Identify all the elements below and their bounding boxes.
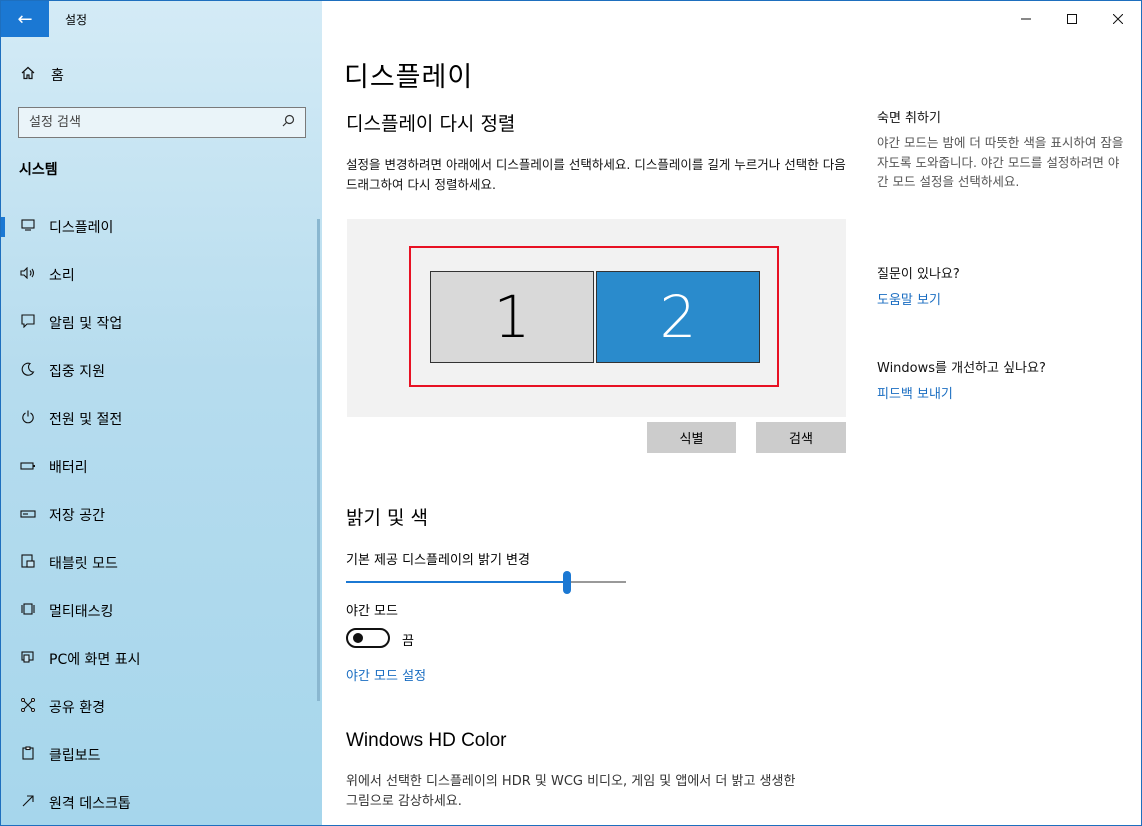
sidebar-item-clipboard[interactable]: 클립보드 — [1, 731, 322, 779]
sidebar-item-label: 알림 및 작업 — [49, 316, 123, 332]
sidebar-item-storage[interactable]: 저장 공간 — [1, 491, 322, 539]
home-label: 홈 — [51, 68, 64, 84]
page-title: 디스플레이 — [344, 62, 474, 93]
search-icon — [282, 114, 295, 131]
home-link[interactable]: 홈 — [19, 65, 64, 85]
sidebar-item-focus-assist[interactable]: 집중 지원 — [1, 347, 322, 395]
sidebar-item-label: 공유 환경 — [49, 700, 105, 716]
power-icon — [19, 410, 37, 428]
sidebar-item-label: 저장 공간 — [49, 508, 105, 524]
tablet-icon — [19, 554, 37, 572]
sleep-text: 야간 모드는 밤에 더 따뜻한 색을 표시하여 잠을 자도록 도와줍니다. 야간… — [877, 135, 1124, 189]
search-box[interactable] — [18, 107, 306, 138]
sidebar-item-label: 배터리 — [49, 460, 88, 476]
app-title: 설정 — [65, 13, 88, 27]
minimize-icon — [1021, 18, 1031, 20]
night-light-label: 야간 모드 — [346, 604, 398, 619]
close-button[interactable] — [1095, 1, 1141, 37]
back-button[interactable]: ← — [1, 1, 49, 37]
slider-thumb[interactable] — [563, 571, 571, 594]
sidebar-scrollbar[interactable] — [317, 219, 320, 701]
sidebar-nav: 디스플레이 소리 알림 및 작업 집중 지원 전원 및 절전 배터리 저장 공간… — [1, 203, 322, 825]
moon-icon — [19, 362, 37, 380]
clipboard-icon — [19, 746, 37, 764]
brightness-label: 기본 제공 디스플레이의 밝기 변경 — [346, 553, 530, 568]
section-heading: 시스템 — [19, 162, 58, 178]
remote-icon — [19, 794, 37, 812]
sidebar-item-project[interactable]: PC에 화면 표시 — [1, 635, 322, 683]
question-title: 질문이 있나요? — [877, 267, 960, 282]
sidebar-item-multitasking[interactable]: 멀티태스킹 — [1, 587, 322, 635]
brightness-slider[interactable] — [346, 571, 626, 595]
rearrange-description: 설정을 변경하려면 아래에서 디스플레이를 선택하세요. 디스플레이를 길게 누… — [346, 157, 846, 192]
hd-color-description: 위에서 선택한 디스플레이의 HDR 및 WCG 비디오, 게임 및 앱에서 더… — [346, 774, 796, 809]
sidebar-item-label: 멀티태스킹 — [49, 604, 114, 620]
project-icon — [19, 650, 37, 668]
back-arrow-icon: ← — [17, 8, 33, 30]
multitask-icon — [19, 602, 37, 620]
hd-color-title: Windows HD Color — [346, 730, 507, 751]
night-light-settings-link[interactable]: 야간 모드 설정 — [346, 665, 426, 684]
sidebar-item-tablet-mode[interactable]: 태블릿 모드 — [1, 539, 322, 587]
monitor-1[interactable]: 1 — [430, 271, 594, 363]
sidebar-item-label: PC에 화면 표시 — [49, 652, 141, 668]
sidebar-item-battery[interactable]: 배터리 — [1, 443, 322, 491]
brightness-title: 밝기 및 색 — [346, 507, 428, 529]
slider-fill — [346, 581, 567, 583]
sidebar-item-power[interactable]: 전원 및 절전 — [1, 395, 322, 443]
minimize-button[interactable] — [1003, 1, 1049, 37]
sidebar-item-sound[interactable]: 소리 — [1, 251, 322, 299]
sidebar-item-label: 소리 — [49, 268, 75, 284]
sidebar-item-label: 태블릿 모드 — [49, 556, 118, 572]
main-content: 디스플레이 디스플레이 다시 정렬 설정을 변경하려면 아래에서 디스플레이를 … — [322, 37, 1141, 825]
home-icon — [19, 66, 37, 84]
sidebar-item-label: 집중 지원 — [49, 364, 105, 380]
sidebar-item-shared-experiences[interactable]: 공유 환경 — [1, 683, 322, 731]
sidebar-item-label: 전원 및 절전 — [49, 412, 123, 428]
sleep-title: 숙면 취하기 — [877, 111, 941, 126]
storage-icon — [19, 507, 37, 523]
monitor-2[interactable]: 2 — [596, 271, 760, 363]
window-controls — [1003, 1, 1141, 37]
display-arrangement-area: 1 2 — [347, 219, 846, 417]
close-icon — [1113, 14, 1123, 24]
settings-window: ← 설정 홈 시스템 디스플레이 소리 — [0, 0, 1142, 826]
battery-icon — [19, 459, 37, 475]
toggle-knob — [353, 633, 363, 643]
feedback-link[interactable]: 피드백 보내기 — [877, 383, 953, 402]
notification-icon — [19, 314, 37, 332]
sidebar-item-label: 디스플레이 — [49, 220, 114, 236]
improve-title: Windows를 개선하고 싶나요? — [877, 361, 1046, 376]
search-input[interactable] — [29, 115, 282, 130]
sidebar-item-remote-desktop[interactable]: 원격 데스크톱 — [1, 779, 322, 825]
sidebar-item-notifications[interactable]: 알림 및 작업 — [1, 299, 322, 347]
night-light-toggle[interactable] — [346, 628, 390, 648]
sidebar-item-label: 원격 데스크톱 — [49, 796, 131, 812]
share-icon — [19, 698, 37, 716]
sidebar-item-display[interactable]: 디스플레이 — [1, 203, 322, 251]
monitor-icon — [19, 219, 37, 235]
night-light-state: 끔 — [402, 634, 414, 649]
sidebar: ← 설정 홈 시스템 디스플레이 소리 — [1, 1, 322, 825]
selection-highlight: 1 2 — [409, 246, 779, 387]
rearrange-title: 디스플레이 다시 정렬 — [346, 113, 516, 135]
detect-button[interactable]: 검색 — [756, 422, 846, 453]
speaker-icon — [19, 266, 37, 283]
maximize-button[interactable] — [1049, 1, 1095, 37]
identify-button[interactable]: 식별 — [647, 422, 736, 453]
sidebar-item-label: 클립보드 — [49, 748, 101, 764]
help-link[interactable]: 도움말 보기 — [877, 289, 941, 308]
maximize-icon — [1067, 14, 1077, 24]
